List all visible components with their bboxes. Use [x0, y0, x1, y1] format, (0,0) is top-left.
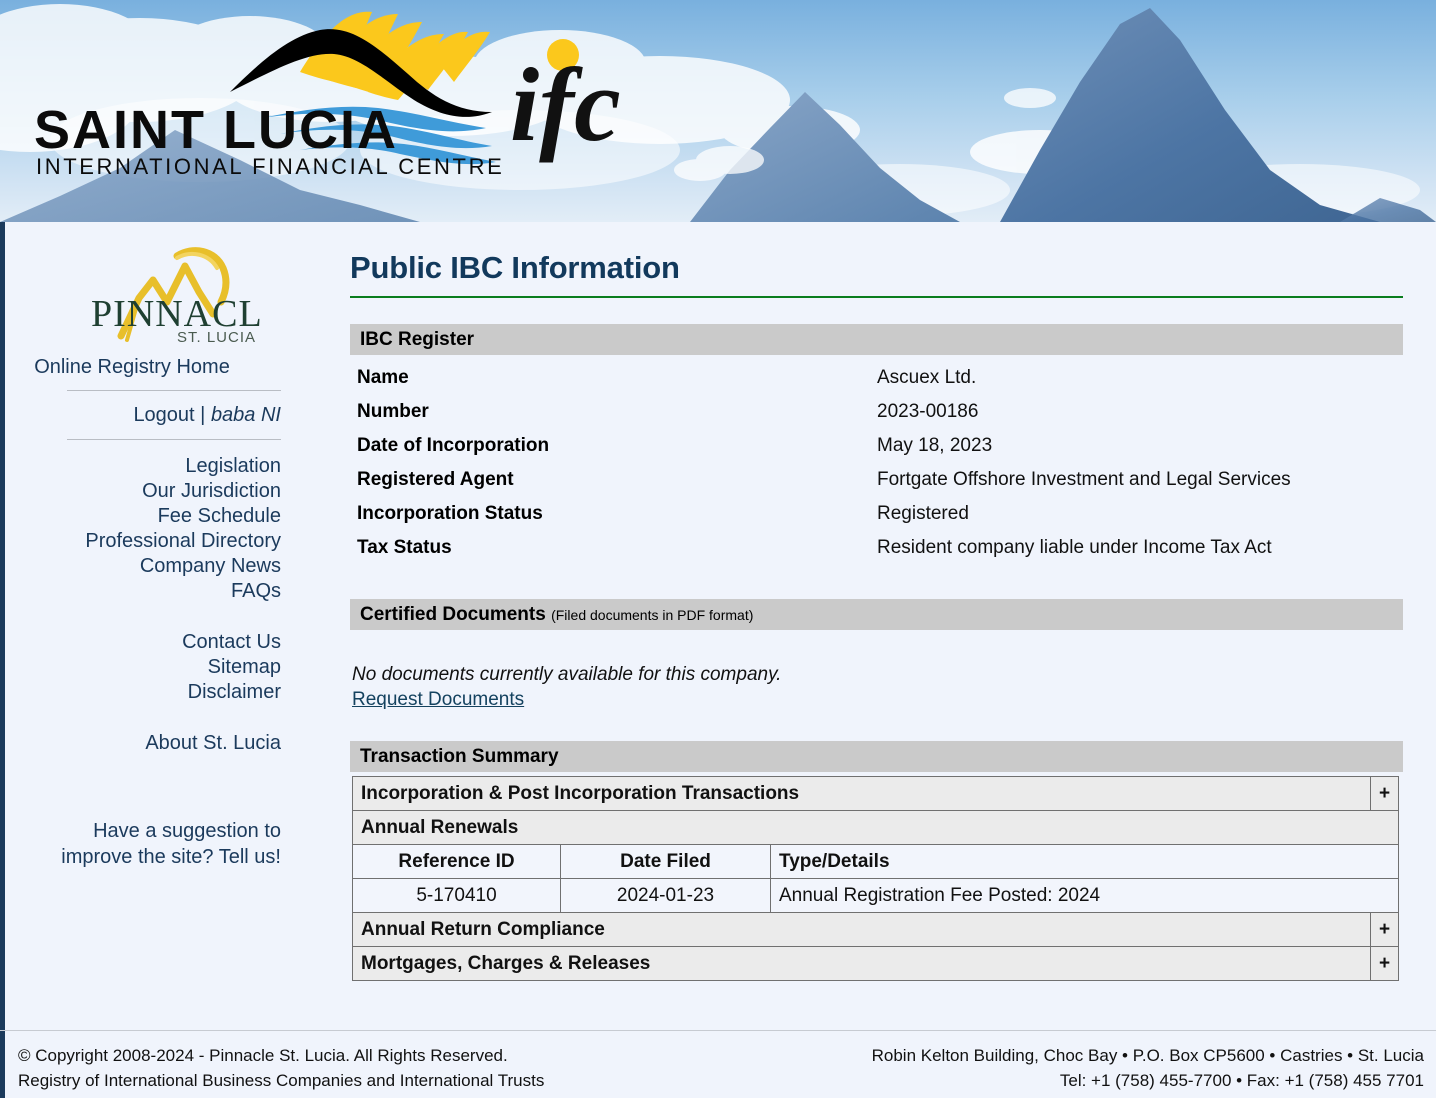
detail-value: May 18, 2023	[877, 435, 993, 456]
sidebar-nav-tertiary: About St. Lucia	[5, 731, 293, 756]
pinnacle-logo-icon: PINNACLE ST. LUCIA	[91, 247, 286, 346]
sidebar-item-online-registry-home-label[interactable]: Online Registry Home	[5, 355, 271, 380]
sidebar-divider-bottom	[67, 439, 281, 440]
no-documents-message: No documents currently available for thi…	[352, 664, 782, 685]
table-group-row[interactable]: Mortgages, Charges & Releases +	[352, 946, 1399, 981]
group-label-incorporation-transactions[interactable]: Incorporation & Post Incorporation Trans…	[352, 776, 1371, 811]
site-footer: © Copyright 2008-2024 - Pinnacle St. Luc…	[0, 1030, 1436, 1098]
svg-text:ST. LUCIA: ST. LUCIA	[177, 329, 256, 346]
ibc-register-heading: IBC Register	[360, 329, 475, 350]
detail-value: Registered	[877, 503, 969, 524]
certified-documents-section-header: Certified Documents (Filed documents in …	[350, 599, 1403, 630]
sidebar-item-professional-directory[interactable]: Professional Directory	[5, 529, 293, 554]
expand-toggle-incorporation-transactions[interactable]: +	[1370, 776, 1399, 811]
detail-row-date-of-incorporation: Date of Incorporation May 18, 2023	[350, 429, 1403, 463]
sidebar-divider-top	[67, 390, 281, 391]
site-banner: ifc SAINT LUCIA INTERNATIONAL FINANCIAL …	[0, 0, 1436, 222]
sidebar-gap-2	[5, 705, 293, 731]
ibc-register-rows: Name Ascuex Ltd. Number 2023-00186 Date …	[345, 361, 1403, 565]
banner-subtitle: INTERNATIONAL FINANCIAL CENTRE	[36, 154, 504, 179]
table-group-row[interactable]: Annual Renewals	[352, 810, 1399, 845]
sidebar-item-sitemap[interactable]: Sitemap	[5, 655, 293, 680]
page-title: Public IBC Information	[350, 250, 680, 285]
transaction-summary-section-header: Transaction Summary	[350, 741, 1403, 772]
detail-row-number: Number 2023-00186	[350, 395, 1403, 429]
sidebar-item-about-st-lucia[interactable]: About St. Lucia	[5, 731, 293, 756]
sidebar-item-fee-schedule[interactable]: Fee Schedule	[5, 504, 293, 529]
logout-row: Logout | baba NI	[5, 401, 293, 429]
table-row[interactable]: 5-170410 2024-01-23 Annual Registration …	[352, 878, 1399, 913]
suggestion-line-1[interactable]: Have a suggestion to	[93, 820, 281, 842]
column-header-date-filed: Date Filed	[560, 844, 771, 879]
svg-text:ifc: ifc	[510, 46, 621, 163]
cell-type-details: Annual Registration Fee Posted: 2024	[770, 878, 1399, 913]
group-label-annual-return-compliance[interactable]: Annual Return Compliance	[352, 912, 1371, 947]
cell-reference-id[interactable]: 5-170410	[352, 878, 561, 913]
detail-value: 2023-00186	[877, 401, 979, 422]
sidebar-item-online-registry-home[interactable]: Online Registry Home	[5, 355, 293, 380]
footer-copyright: © Copyright 2008-2024 - Pinnacle St. Luc…	[18, 1043, 544, 1093]
detail-key: Registered Agent	[357, 469, 514, 490]
footer-contact: Robin Kelton Building, Choc Bay • P.O. B…	[872, 1043, 1424, 1093]
page-root: ifc SAINT LUCIA INTERNATIONAL FINANCIAL …	[0, 0, 1436, 1098]
detail-value: Fortgate Offshore Investment and Legal S…	[877, 469, 1291, 490]
sidebar-gap-1	[5, 604, 293, 630]
detail-row-incorporation-status: Incorporation Status Registered	[350, 497, 1403, 531]
detail-key: Incorporation Status	[357, 503, 543, 524]
suggestion-line-2[interactable]: improve the site? Tell us!	[61, 846, 281, 868]
footer-copyright-line-2: Registry of International Business Compa…	[18, 1071, 545, 1090]
ibc-register-section-header: IBC Register	[350, 324, 1403, 355]
banner-image: ifc SAINT LUCIA INTERNATIONAL FINANCIAL …	[0, 0, 1436, 222]
footer-phone-line: Tel: +1 (758) 455-7700 • Fax: +1 (758) 4…	[1059, 1071, 1424, 1090]
sidebar-item-faqs[interactable]: FAQs	[5, 579, 293, 604]
table-header-row: Reference ID Date Filed Type/Details	[352, 844, 1399, 879]
banner-title: SAINT LUCIA	[34, 100, 398, 160]
transaction-summary-table: Incorporation & Post Incorporation Trans…	[352, 776, 1399, 981]
sidebar-item-contact-us[interactable]: Contact Us	[5, 630, 293, 655]
detail-value: Ascuex Ltd.	[877, 367, 977, 388]
group-label-annual-renewals[interactable]: Annual Renewals	[352, 810, 1399, 845]
pinnacle-logo[interactable]: PINNACLE ST. LUCIA	[81, 240, 286, 346]
detail-value: Resident company liable under Income Tax…	[877, 537, 1272, 558]
detail-key: Tax Status	[357, 537, 452, 558]
title-divider	[350, 296, 1403, 298]
username-label: baba NI	[210, 404, 281, 426]
detail-key: Name	[357, 367, 409, 388]
sidebar-item-disclaimer[interactable]: Disclaimer	[5, 680, 293, 705]
column-header-type-details: Type/Details	[770, 844, 1399, 879]
expand-toggle-mortgages-charges-releases[interactable]: +	[1370, 946, 1399, 981]
sidebar: PINNACLE ST. LUCIA Online Registry Home …	[5, 222, 305, 1030]
group-label-mortgages-charges-releases[interactable]: Mortgages, Charges & Releases	[352, 946, 1371, 981]
cell-date-filed: 2024-01-23	[560, 878, 771, 913]
logout-separator: |	[200, 404, 206, 426]
certified-documents-subheading: (Filed documents in PDF format)	[551, 607, 754, 623]
logout-link[interactable]: Logout	[133, 404, 194, 426]
table-group-row[interactable]: Incorporation & Post Incorporation Trans…	[352, 776, 1399, 811]
detail-row-registered-agent: Registered Agent Fortgate Offshore Inves…	[350, 463, 1403, 497]
detail-row-tax-status: Tax Status Resident company liable under…	[350, 531, 1403, 565]
sidebar-nav-primary: Legislation Our Jurisdiction Fee Schedul…	[5, 454, 293, 604]
certified-documents-body: No documents currently available for thi…	[352, 664, 1403, 711]
detail-key: Date of Incorporation	[357, 435, 550, 456]
detail-key: Number	[357, 401, 429, 422]
sidebar-item-legislation[interactable]: Legislation	[5, 454, 293, 479]
footer-copyright-line-1: © Copyright 2008-2024 - Pinnacle St. Luc…	[18, 1046, 508, 1065]
transaction-summary-heading: Transaction Summary	[360, 746, 559, 767]
detail-row-name: Name Ascuex Ltd.	[350, 361, 1403, 395]
expand-toggle-annual-return-compliance[interactable]: +	[1370, 912, 1399, 947]
table-group-row[interactable]: Annual Return Compliance +	[352, 912, 1399, 947]
column-header-reference-id: Reference ID	[352, 844, 561, 879]
sidebar-nav-secondary: Contact Us Sitemap Disclaimer	[5, 630, 293, 705]
sidebar-item-company-news[interactable]: Company News	[5, 554, 293, 579]
certified-documents-heading: Certified Documents	[360, 604, 546, 625]
sidebar-item-our-jurisdiction[interactable]: Our Jurisdiction	[5, 479, 293, 504]
main-content: Public IBC Information IBC Register Name…	[345, 222, 1403, 1030]
footer-address-line: Robin Kelton Building, Choc Bay • P.O. B…	[871, 1046, 1424, 1065]
request-documents-link[interactable]: Request Documents	[352, 689, 524, 711]
suggestion-block[interactable]: Have a suggestion to improve the site? T…	[5, 818, 293, 870]
